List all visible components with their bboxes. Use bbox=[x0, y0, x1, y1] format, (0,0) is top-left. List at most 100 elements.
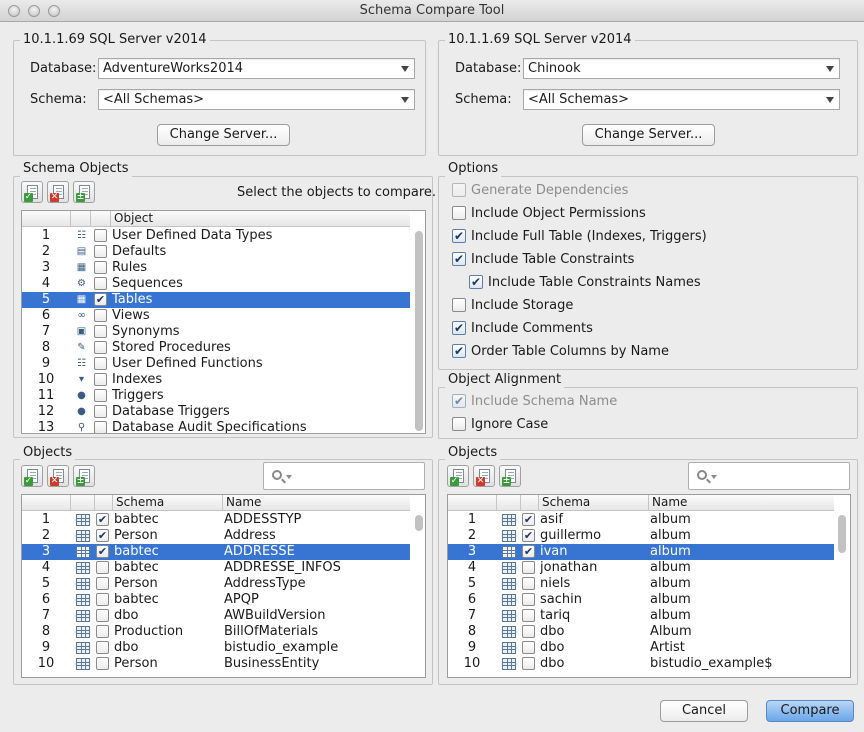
option-checkbox[interactable] bbox=[452, 251, 466, 266]
table-row[interactable]: 2 Person Address bbox=[22, 528, 410, 544]
row-checkbox[interactable] bbox=[96, 545, 109, 558]
row-checkbox[interactable] bbox=[522, 641, 535, 654]
row-checkbox[interactable] bbox=[96, 641, 109, 654]
table-row[interactable]: 5 niels album bbox=[448, 576, 834, 592]
table-row[interactable]: 1 asif album bbox=[448, 512, 834, 528]
table-row[interactable]: 1 babtec ADDESSTYP bbox=[22, 512, 410, 528]
schema-object-row[interactable]: 3 ▦ Rules bbox=[22, 260, 410, 276]
schema-object-row[interactable]: 4 ⚙ Sequences bbox=[22, 276, 410, 292]
option-include-storage[interactable]: Include Storage bbox=[452, 297, 573, 315]
left-select-all-button[interactable]: ✓ bbox=[21, 465, 43, 487]
schema-object-row[interactable]: 12 ● Database Triggers bbox=[22, 404, 410, 420]
option-include-full-table-indexes-triggers[interactable]: Include Full Table (Indexes, Triggers) bbox=[452, 228, 707, 246]
table-row[interactable]: 2 guillermo album bbox=[448, 528, 834, 544]
left-invert-selection-button[interactable]: ± bbox=[73, 465, 95, 487]
object-checkbox[interactable] bbox=[94, 261, 107, 274]
schema-object-row[interactable]: 10 ▾ Indexes bbox=[22, 372, 410, 388]
table-row[interactable]: 9 dbo bistudio_example bbox=[22, 640, 410, 656]
row-checkbox[interactable] bbox=[96, 513, 109, 526]
table-row[interactable]: 3 ivan album bbox=[448, 544, 834, 560]
option-include-table-constraints[interactable]: Include Table Constraints bbox=[452, 251, 634, 269]
alignment-ignore-case[interactable]: Ignore Case bbox=[452, 416, 548, 434]
cancel-button[interactable]: Cancel bbox=[660, 700, 748, 722]
row-checkbox[interactable] bbox=[522, 513, 535, 526]
right-database-select[interactable]: Chinook bbox=[523, 58, 840, 79]
table-row[interactable]: 7 dbo AWBuildVersion bbox=[22, 608, 410, 624]
option-checkbox[interactable] bbox=[452, 228, 466, 243]
right-select-all-button[interactable]: ✓ bbox=[447, 465, 469, 487]
left-search-input[interactable] bbox=[263, 462, 425, 490]
left-deselect-all-button[interactable]: ✕ bbox=[47, 465, 69, 487]
row-checkbox[interactable] bbox=[522, 561, 535, 574]
object-checkbox[interactable] bbox=[94, 309, 107, 322]
invert-selection-button[interactable]: ± bbox=[73, 181, 95, 203]
option-checkbox[interactable] bbox=[452, 320, 466, 335]
zoom-window-button[interactable] bbox=[48, 5, 60, 17]
left-schema-select[interactable]: <All Schemas> bbox=[98, 89, 415, 110]
schema-object-row[interactable]: 13 ⚲ Database Audit Specifications bbox=[22, 420, 410, 433]
option-checkbox[interactable] bbox=[452, 297, 466, 312]
schema-object-row[interactable]: 1 ☷ User Defined Data Types bbox=[22, 228, 410, 244]
table-row[interactable]: 9 dbo Artist bbox=[448, 640, 834, 656]
object-checkbox[interactable] bbox=[94, 405, 107, 418]
row-checkbox[interactable] bbox=[96, 561, 109, 574]
row-checkbox[interactable] bbox=[522, 545, 535, 558]
schema-object-row[interactable]: 6 ∞ Views bbox=[22, 308, 410, 324]
row-checkbox[interactable] bbox=[522, 529, 535, 542]
alignment-checkbox[interactable] bbox=[452, 416, 466, 431]
minimize-window-button[interactable] bbox=[28, 5, 40, 17]
object-checkbox[interactable] bbox=[94, 421, 107, 433]
table-row[interactable]: 7 tariq album bbox=[448, 608, 834, 624]
right-invert-selection-button[interactable]: ± bbox=[499, 465, 521, 487]
row-checkbox[interactable] bbox=[96, 625, 109, 638]
schema-object-row[interactable]: 7 ▣ Synonyms bbox=[22, 324, 410, 340]
row-checkbox[interactable] bbox=[96, 657, 109, 670]
row-checkbox[interactable] bbox=[522, 657, 535, 670]
object-checkbox[interactable] bbox=[94, 293, 107, 306]
right-deselect-all-button[interactable]: ✕ bbox=[473, 465, 495, 487]
table-row[interactable]: 6 sachin album bbox=[448, 592, 834, 608]
right-search-input[interactable] bbox=[688, 462, 850, 490]
row-checkbox[interactable] bbox=[96, 577, 109, 590]
table-row[interactable]: 8 dbo Album bbox=[448, 624, 834, 640]
row-checkbox[interactable] bbox=[96, 593, 109, 606]
option-checkbox[interactable] bbox=[469, 274, 483, 289]
object-checkbox[interactable] bbox=[94, 277, 107, 290]
right-schema-select[interactable]: <All Schemas> bbox=[523, 89, 840, 110]
row-checkbox[interactable] bbox=[96, 529, 109, 542]
table-row[interactable]: 3 babtec ADDRESSE bbox=[22, 544, 410, 560]
option-include-table-constraints-names[interactable]: Include Table Constraints Names bbox=[469, 274, 701, 292]
object-checkbox[interactable] bbox=[94, 341, 107, 354]
table-row[interactable]: 6 babtec APQP bbox=[22, 592, 410, 608]
row-checkbox[interactable] bbox=[522, 609, 535, 622]
object-checkbox[interactable] bbox=[94, 245, 107, 258]
row-checkbox[interactable] bbox=[96, 609, 109, 622]
compare-button[interactable]: Compare bbox=[766, 700, 854, 722]
object-checkbox[interactable] bbox=[94, 389, 107, 402]
left-database-select[interactable]: AdventureWorks2014 bbox=[98, 58, 415, 79]
option-include-object-permissions[interactable]: Include Object Permissions bbox=[452, 205, 646, 223]
object-checkbox[interactable] bbox=[94, 357, 107, 370]
schema-object-row[interactable]: 5 ▦ Tables bbox=[22, 292, 410, 308]
row-checkbox[interactable] bbox=[522, 625, 535, 638]
table-row[interactable]: 10 dbo bistudio_example$ bbox=[448, 656, 834, 672]
schema-object-row[interactable]: 8 ✎ Stored Procedures bbox=[22, 340, 410, 356]
vertical-scrollbar[interactable] bbox=[415, 231, 423, 431]
object-checkbox[interactable] bbox=[94, 229, 107, 242]
option-checkbox[interactable] bbox=[452, 205, 466, 220]
table-row[interactable]: 8 Production BillOfMaterials bbox=[22, 624, 410, 640]
object-checkbox[interactable] bbox=[94, 373, 107, 386]
table-row[interactable]: 5 Person AddressType bbox=[22, 576, 410, 592]
vertical-scrollbar[interactable] bbox=[415, 515, 423, 531]
table-row[interactable]: 10 Person BusinessEntity bbox=[22, 656, 410, 672]
deselect-all-button[interactable]: ✕ bbox=[47, 181, 69, 203]
option-checkbox[interactable] bbox=[452, 343, 466, 358]
vertical-scrollbar[interactable] bbox=[838, 515, 846, 553]
table-row[interactable]: 4 jonathan album bbox=[448, 560, 834, 576]
right-change-server-button[interactable]: Change Server... bbox=[582, 124, 715, 146]
left-change-server-button[interactable]: Change Server... bbox=[157, 124, 290, 146]
select-all-button[interactable]: ✓ bbox=[21, 181, 43, 203]
option-include-comments[interactable]: Include Comments bbox=[452, 320, 593, 338]
table-row[interactable]: 4 babtec ADDRESSE_INFOS bbox=[22, 560, 410, 576]
object-checkbox[interactable] bbox=[94, 325, 107, 338]
